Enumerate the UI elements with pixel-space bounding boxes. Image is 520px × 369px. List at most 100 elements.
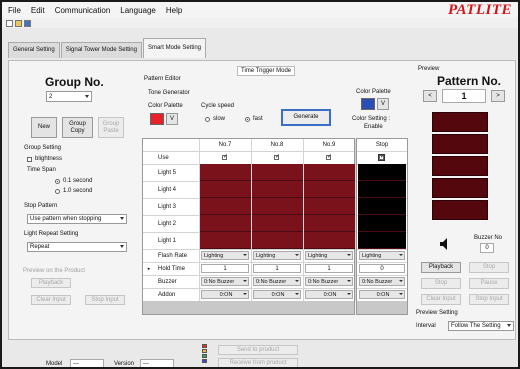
stop-pattern-select[interactable]: Use pattern when stopping (27, 214, 127, 224)
product-playback-button[interactable]: Playback (31, 278, 71, 288)
light-cell[interactable] (199, 215, 251, 232)
group-paste-button[interactable]: Group Paste (98, 117, 124, 138)
stop-footer (357, 301, 407, 314)
light-cell[interactable] (251, 232, 303, 249)
addon-select[interactable]: 0:ON (305, 290, 353, 299)
preview-stop-input-button[interactable]: Stop Input (469, 294, 509, 305)
light-cell[interactable] (251, 198, 303, 215)
light-repeat-select[interactable]: Repeat (27, 242, 127, 252)
pattern-next-button[interactable]: > (491, 90, 505, 102)
flash-rate-value: Lighting (256, 252, 276, 259)
buzzer-select[interactable]: 0:No Buzzer (201, 277, 249, 286)
light-cell[interactable] (303, 164, 355, 181)
hold-time-input[interactable]: 1 (201, 264, 249, 273)
hold-time-input[interactable]: 1 (253, 264, 301, 273)
flash-rate-value: Lighting (362, 252, 382, 259)
color-palette-button-right[interactable]: V (377, 98, 389, 110)
light-cell[interactable] (199, 181, 251, 198)
light-cell[interactable] (303, 181, 355, 198)
light-cell[interactable] (358, 198, 406, 215)
time-span-radio-01[interactable] (55, 179, 60, 184)
time-span-radio-10[interactable] (55, 189, 60, 194)
menu-edit[interactable]: Edit (31, 6, 45, 15)
speed-fast-radio[interactable] (245, 117, 250, 122)
light-cell[interactable] (199, 232, 251, 249)
pattern-no-value: 1 (442, 89, 486, 103)
light-cell[interactable] (303, 198, 355, 215)
light-cell[interactable] (251, 164, 303, 181)
column-header: No.9 (322, 142, 336, 148)
flash-rate-select[interactable]: Lighting (359, 251, 405, 260)
chevron-down-icon (243, 254, 247, 256)
light-cell[interactable] (251, 215, 303, 232)
preview-playback-button[interactable]: Playback (421, 262, 461, 273)
new-group-button[interactable]: New (31, 117, 57, 138)
buzzer-no-value: 0 (480, 243, 494, 253)
menu-language[interactable]: Language (120, 6, 156, 15)
hold-time-input[interactable]: 1 (305, 264, 353, 273)
light-cell[interactable] (303, 215, 355, 232)
tab-general-setting[interactable]: General Setting (8, 42, 60, 58)
pattern-prev-button[interactable]: < (423, 90, 437, 102)
use-checkbox[interactable] (222, 153, 228, 160)
light-cell[interactable] (358, 232, 406, 249)
color-swatch-left[interactable] (150, 113, 164, 125)
addon-value: 0:ON (323, 291, 337, 298)
color-setting-value: Enable (364, 124, 383, 130)
group-copy-button[interactable]: Group Copy (62, 117, 93, 138)
color-swatch-right[interactable] (361, 98, 375, 110)
light-cell[interactable] (303, 232, 355, 249)
preview-stop2-button[interactable]: Stop (421, 278, 461, 289)
menu-communication[interactable]: Communication (55, 6, 111, 15)
light-cell[interactable] (199, 164, 251, 181)
addon-select[interactable]: 0:ON (359, 290, 405, 299)
light-cell[interactable] (358, 181, 406, 198)
use-checkbox[interactable] (274, 153, 280, 160)
addon-select[interactable]: 0:ON (201, 290, 249, 299)
use-checkbox[interactable] (378, 153, 385, 161)
preview-stop-button[interactable]: Stop (469, 262, 509, 273)
blightness-label: blightness (35, 156, 63, 162)
interval-label: Interval (416, 323, 436, 329)
light-cell[interactable] (199, 198, 251, 215)
buzzer-select[interactable]: 0:No Buzzer (359, 277, 405, 286)
hold-time-input[interactable]: 0 (359, 264, 405, 273)
save-icon[interactable] (24, 19, 31, 27)
speed-slow-radio[interactable] (205, 117, 210, 122)
buzzer-select[interactable]: 0:No Buzzer (305, 277, 353, 286)
tab-signal-tower-mode[interactable]: Signal Tower Mode Setting (60, 42, 142, 58)
group-no-title: Group No. (45, 75, 104, 89)
group-no-select[interactable]: 2 (46, 91, 92, 102)
stop-pattern-value: Use pattern when stopping (30, 216, 102, 222)
send-to-product-button[interactable]: Send to product (218, 345, 298, 355)
chevron-down-icon (295, 254, 299, 256)
light-cell[interactable] (251, 181, 303, 198)
row-label: Buzzer (158, 278, 177, 285)
addon-select[interactable]: 0:ON (253, 290, 301, 299)
buzzer-select[interactable]: 0:No Buzzer (253, 277, 301, 286)
open-folder-icon[interactable] (15, 19, 22, 27)
receive-from-product-button[interactable]: Receive from product (218, 358, 298, 367)
blightness-checkbox[interactable] (27, 157, 32, 162)
menu-file[interactable]: File (8, 6, 21, 15)
row-divider (357, 262, 407, 263)
interval-select[interactable]: Follow The Setting (448, 321, 514, 331)
preview-pause-button[interactable]: Pause (469, 278, 509, 289)
menu-help[interactable]: Help (166, 6, 182, 15)
signal-tower-icon (202, 344, 207, 364)
flash-rate-select[interactable]: Lighting (305, 251, 353, 260)
generate-button[interactable]: Generate (281, 109, 331, 126)
preview-clear-input-button[interactable]: Clear Input (421, 294, 461, 305)
grid-corner (143, 139, 199, 151)
product-clear-input-button[interactable]: Clear Input (31, 295, 71, 305)
flash-rate-select[interactable]: Lighting (201, 251, 249, 260)
light-cell[interactable] (358, 164, 406, 181)
color-palette-button-left[interactable]: V (166, 113, 178, 125)
light-cell[interactable] (358, 215, 406, 232)
flash-rate-select[interactable]: Lighting (253, 251, 301, 260)
use-checkbox[interactable] (326, 153, 332, 160)
new-file-icon[interactable] (6, 19, 13, 27)
tab-smart-mode[interactable]: Smart Mode Setting (142, 38, 206, 58)
product-stop-input-button[interactable]: Stop Input (85, 295, 125, 305)
time-span-label: Time Span (27, 167, 56, 173)
